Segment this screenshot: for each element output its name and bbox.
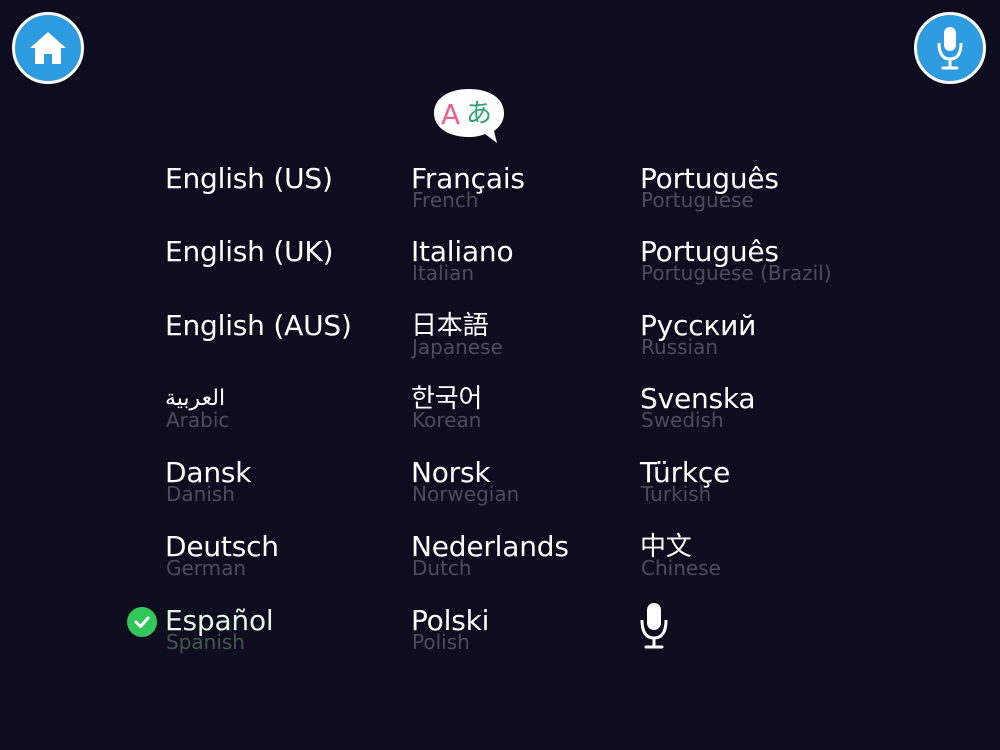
language-swedish[interactable]: Svenska Swedish <box>640 384 756 431</box>
language-russian[interactable]: Русский Russian <box>640 311 756 358</box>
language-portuguese[interactable]: Português Portuguese <box>640 164 779 211</box>
language-english-us[interactable]: English (US) <box>165 164 333 194</box>
language-turkish[interactable]: Türkçe Turkish <box>640 458 730 505</box>
language-subtitle: Portuguese (Brazil) <box>641 261 832 285</box>
language-name: English (US) <box>165 162 333 195</box>
language-danish[interactable]: Dansk Danish <box>165 458 251 505</box>
language-italian[interactable]: Italiano Italian <box>411 237 514 284</box>
language-name: English (UK) <box>165 235 334 268</box>
language-english-uk[interactable]: English (UK) <box>165 235 334 268</box>
translate-icon: A あ <box>434 89 504 143</box>
language-english-aus[interactable]: English (AUS) <box>165 311 352 341</box>
translate-latin-glyph: A <box>441 98 460 131</box>
microphone-icon <box>937 27 963 70</box>
check-icon <box>134 616 150 628</box>
language-german[interactable]: Deutsch German <box>165 532 279 579</box>
language-portuguese-brazil[interactable]: Português Portuguese (Brazil) <box>640 237 832 285</box>
language-norwegian[interactable]: Norsk Norwegian <box>411 458 520 506</box>
language-arabic[interactable]: العربية Arabic <box>165 384 229 430</box>
home-button[interactable] <box>12 12 84 84</box>
language-polish[interactable]: Polski Polish <box>411 606 489 653</box>
language-name: English (AUS) <box>165 309 352 342</box>
voice-language-option[interactable] <box>638 600 670 652</box>
language-spanish[interactable]: Español Spanish <box>165 606 274 653</box>
language-korean[interactable]: 한국어 Korean <box>411 384 482 430</box>
language-japanese[interactable]: 日本語 Japanese <box>411 311 503 357</box>
language-subtitle: Chinese <box>641 556 721 580</box>
translate-kana-glyph: あ <box>466 99 492 129</box>
microphone-icon <box>640 603 668 649</box>
language-subtitle: Arabic <box>166 408 230 432</box>
language-dutch[interactable]: Nederlands Dutch <box>411 532 569 579</box>
selected-check-icon <box>127 607 157 637</box>
language-chinese[interactable]: 中文 Chinese <box>640 532 721 578</box>
home-icon <box>30 32 66 64</box>
language-subtitle: Norwegian <box>412 482 520 506</box>
microphone-button[interactable] <box>914 12 986 84</box>
language-french[interactable]: Français French <box>411 164 525 211</box>
language-subtitle: Korean <box>412 408 482 432</box>
language-subtitle: Japanese <box>412 335 503 359</box>
